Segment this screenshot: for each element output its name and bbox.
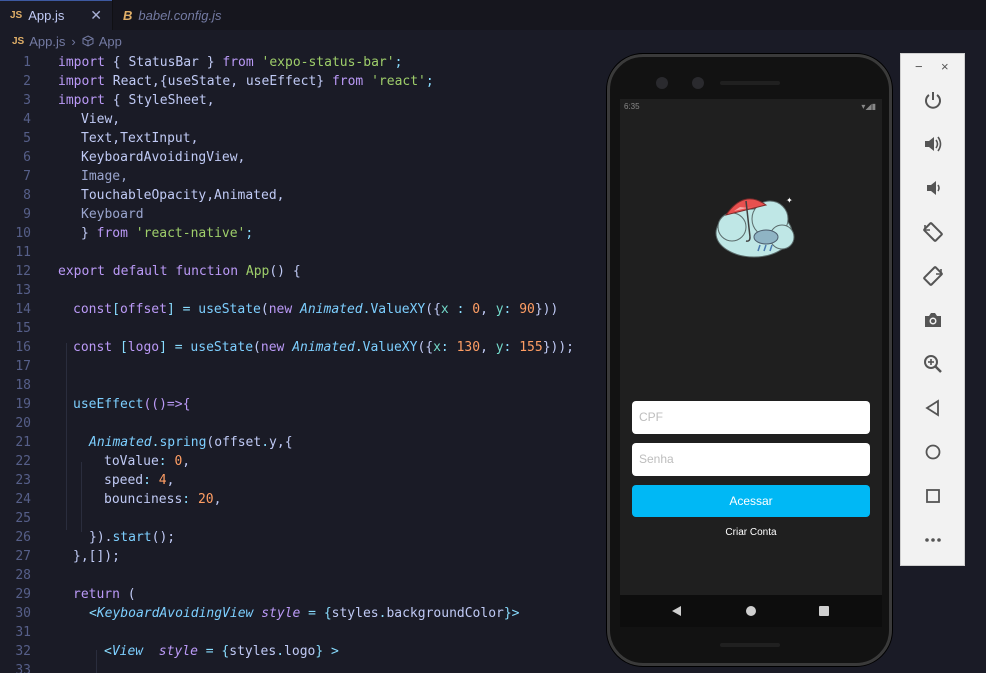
code-line: 6 KeyboardAvoidingView, — [23, 150, 246, 165]
android-emulator-device: 6:35 ▾◢▮ ✦ CPF Senha Acessar Criar Conta — [607, 54, 892, 666]
code-line: 14 const[offset] = useState(new Animated.… — [15, 302, 559, 317]
code-line: 27},[]); — [15, 549, 120, 564]
speaker-grille — [720, 643, 780, 647]
code-line: 19 useEffect(()=>{ — [15, 397, 191, 412]
overview-icon[interactable] — [921, 484, 945, 508]
status-bar: 6:35 ▾◢▮ — [620, 99, 882, 115]
code-line: 21 Animated.spring(offset.y,{ — [15, 435, 293, 450]
svg-text:✦: ✦ — [786, 196, 793, 205]
volume-up-icon[interactable] — [921, 132, 945, 156]
android-nav-bar — [620, 595, 882, 627]
camera-icon[interactable] — [921, 308, 945, 332]
code-line: 22 toValue: 0, — [15, 454, 191, 469]
nav-home-icon[interactable] — [746, 606, 756, 616]
device-screen[interactable]: 6:35 ▾◢▮ ✦ CPF Senha Acessar Criar Conta — [620, 99, 882, 627]
close-icon[interactable]: × — [941, 59, 949, 74]
code-line: 8 TouchableOpacity,Animated, — [23, 188, 285, 203]
breadcrumb: JS App.js › App — [0, 30, 986, 52]
camera-icon — [656, 77, 668, 89]
criar-conta-link[interactable]: Criar Conta — [620, 527, 882, 538]
power-icon[interactable] — [921, 88, 945, 112]
code-line: 3 import { StyleSheet, — [23, 93, 215, 108]
code-line: 17 — [15, 359, 31, 374]
code-line: 23 speed: 4, — [15, 473, 175, 488]
code-line: 28 — [15, 568, 31, 583]
tab-babel-config[interactable]: B babel.config.js — [112, 0, 250, 30]
tab-bar: JS App.js ✕ B babel.config.js — [0, 0, 986, 30]
speaker-grille — [720, 81, 780, 85]
code-line: 9 Keyboard — [23, 207, 144, 222]
tab-label: babel.config.js — [138, 7, 222, 23]
code-line: 33 — [15, 663, 31, 673]
zoom-icon[interactable] — [921, 352, 945, 376]
code-line: 24 bounciness: 20, — [15, 492, 222, 507]
code-line: 18 — [15, 378, 31, 393]
code-line: 7 Image, — [23, 169, 128, 184]
code-line: 32 <View style = {styles.logo} > — [15, 644, 339, 659]
code-line: 26}).start(); — [15, 530, 176, 545]
back-icon[interactable] — [921, 396, 945, 420]
more-icon[interactable] — [921, 528, 945, 552]
code-line: 2 import React,{useState, useEffect} from… — [23, 74, 434, 89]
code-line: 1 import { StatusBar } from 'expo-status-… — [23, 55, 403, 70]
status-time: 6:35 — [624, 102, 640, 111]
code-line: 12 export default function App() { — [15, 264, 301, 279]
nav-back-icon[interactable] — [672, 606, 681, 616]
close-icon[interactable]: ✕ — [90, 7, 102, 24]
code-line: 10} from 'react-native'; — [15, 226, 254, 241]
js-file-icon: JS — [10, 10, 23, 21]
code-line: 13 — [15, 283, 31, 298]
code-line: 25 — [15, 511, 31, 526]
code-line: 5 Text,TextInput, — [23, 131, 199, 146]
code-line: 31 — [15, 625, 31, 640]
home-icon[interactable] — [921, 440, 945, 464]
minimize-icon[interactable]: − — [915, 59, 923, 74]
rotate-right-icon[interactable] — [921, 264, 945, 288]
rotate-left-icon[interactable] — [921, 220, 945, 244]
cpf-input[interactable]: CPF — [632, 401, 870, 434]
code-line: 11 — [15, 245, 31, 260]
code-line: 4 View, — [23, 112, 121, 127]
breadcrumb-file[interactable]: App.js — [29, 34, 65, 49]
code-line: 16 const [logo] = useState(new Animated.V… — [15, 340, 574, 355]
nav-recents-icon[interactable] — [819, 606, 829, 616]
babel-file-icon: B — [123, 7, 133, 23]
acessar-button[interactable]: Acessar — [632, 485, 870, 517]
umbrella-cloud-logo: ✦ — [715, 196, 795, 258]
tab-app-js[interactable]: JS App.js ✕ — [0, 0, 112, 30]
chevron-right-icon: › — [71, 33, 76, 49]
tab-label: App.js — [28, 8, 65, 23]
camera-icon — [692, 77, 704, 89]
code-line: 20 — [15, 416, 31, 431]
volume-down-icon[interactable] — [921, 176, 945, 200]
senha-input[interactable]: Senha — [632, 443, 870, 476]
js-file-icon: JS — [12, 35, 25, 47]
symbol-cube-icon — [82, 35, 94, 47]
signal-battery-icon: ▾◢▮ — [861, 102, 876, 111]
code-line: 15 — [15, 321, 31, 336]
breadcrumb-symbol[interactable]: App — [99, 34, 122, 49]
code-line: 30 <KeyboardAvoidingView style = {styles.… — [15, 606, 520, 621]
code-line: 29 return ( — [15, 587, 136, 602]
emulator-toolbar: − × — [900, 53, 965, 566]
